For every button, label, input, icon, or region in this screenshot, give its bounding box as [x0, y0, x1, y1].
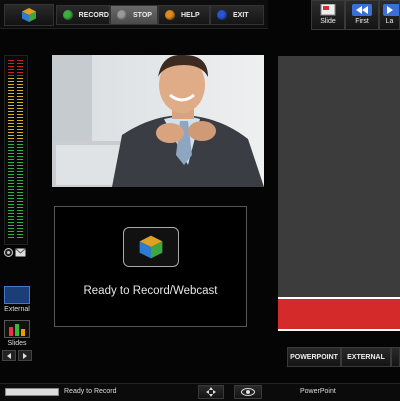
eye-icon	[241, 388, 255, 396]
audio-level-meter	[4, 55, 28, 245]
mail-icon[interactable]	[15, 248, 26, 257]
stop-button[interactable]: STOP	[110, 5, 158, 25]
status-bar: Ready to Record PowerPoint	[0, 383, 400, 401]
tab-external[interactable]: EXTERNAL	[341, 347, 391, 367]
exit-dot-icon	[217, 10, 227, 20]
current-source-text: PowerPoint	[300, 388, 336, 395]
arrow-left-icon	[7, 352, 11, 359]
side-arrows	[2, 350, 32, 361]
meter-left-channel	[8, 60, 14, 240]
last-label: La	[385, 18, 394, 25]
cube-logo-icon	[22, 8, 36, 22]
slide-icon	[320, 4, 336, 16]
stop-label: STOP	[133, 11, 152, 19]
presenter-video-image	[52, 55, 264, 187]
move-arrows-icon	[206, 387, 216, 397]
tab-powerpoint-label: POWERPOINT	[290, 353, 338, 361]
meter-controls	[4, 248, 26, 258]
help-label: HELP	[181, 11, 200, 19]
progress-fill	[6, 389, 58, 395]
webcam-preview	[52, 55, 264, 187]
last-button[interactable]: La	[379, 0, 400, 30]
slides-source-label: Slides	[7, 340, 27, 347]
help-button[interactable]: HELP	[158, 5, 210, 25]
rewind-icon	[352, 4, 372, 16]
exit-label: EXIT	[233, 11, 249, 19]
slides-source-button[interactable]: Slides	[2, 320, 32, 347]
scroll-right-button[interactable]	[18, 350, 32, 361]
status-text: Ready to Record	[64, 388, 117, 395]
external-source-button[interactable]: External	[2, 286, 32, 313]
tab-external-label: EXTERNAL	[347, 353, 385, 361]
slide-label: Slide	[320, 18, 336, 25]
app-logo-button[interactable]	[4, 4, 54, 26]
external-source-label: External	[4, 306, 30, 313]
mic-settings-icon[interactable]	[4, 248, 13, 257]
tab-more[interactable]	[391, 347, 400, 367]
record-status-text: Ready to Record/Webcast	[83, 285, 218, 297]
record-label: RECORD	[78, 11, 109, 19]
first-label: First	[355, 18, 369, 25]
first-button[interactable]: First	[345, 0, 379, 30]
arrow-right-icon	[23, 352, 27, 359]
monitor-icon	[4, 286, 30, 304]
tab-powerpoint[interactable]: POWERPOINT	[287, 347, 341, 367]
move-button[interactable]	[198, 385, 224, 399]
scroll-left-button[interactable]	[2, 350, 16, 361]
slide-preview-area	[278, 56, 400, 330]
preview-eye-button[interactable]	[234, 385, 262, 399]
slide-red-bar	[278, 297, 400, 331]
meter-right-channel	[17, 60, 23, 240]
record-button[interactable]: RECORD	[56, 5, 110, 25]
status-progress-bar	[5, 388, 59, 396]
bar-chart-icon	[4, 320, 30, 338]
exit-button[interactable]: EXIT	[210, 5, 264, 25]
help-dot-icon	[165, 10, 175, 20]
slide-button[interactable]: Slide	[311, 0, 345, 30]
record-dot-icon	[63, 10, 73, 20]
fast-forward-icon	[383, 4, 399, 16]
app-cube-icon	[123, 227, 179, 267]
record-status-panel: Ready to Record/Webcast	[54, 206, 247, 327]
stop-dot-icon	[117, 10, 127, 20]
main-toolbar: RECORD STOP HELP EXIT	[0, 0, 268, 29]
cube-logo-icon	[139, 235, 163, 259]
